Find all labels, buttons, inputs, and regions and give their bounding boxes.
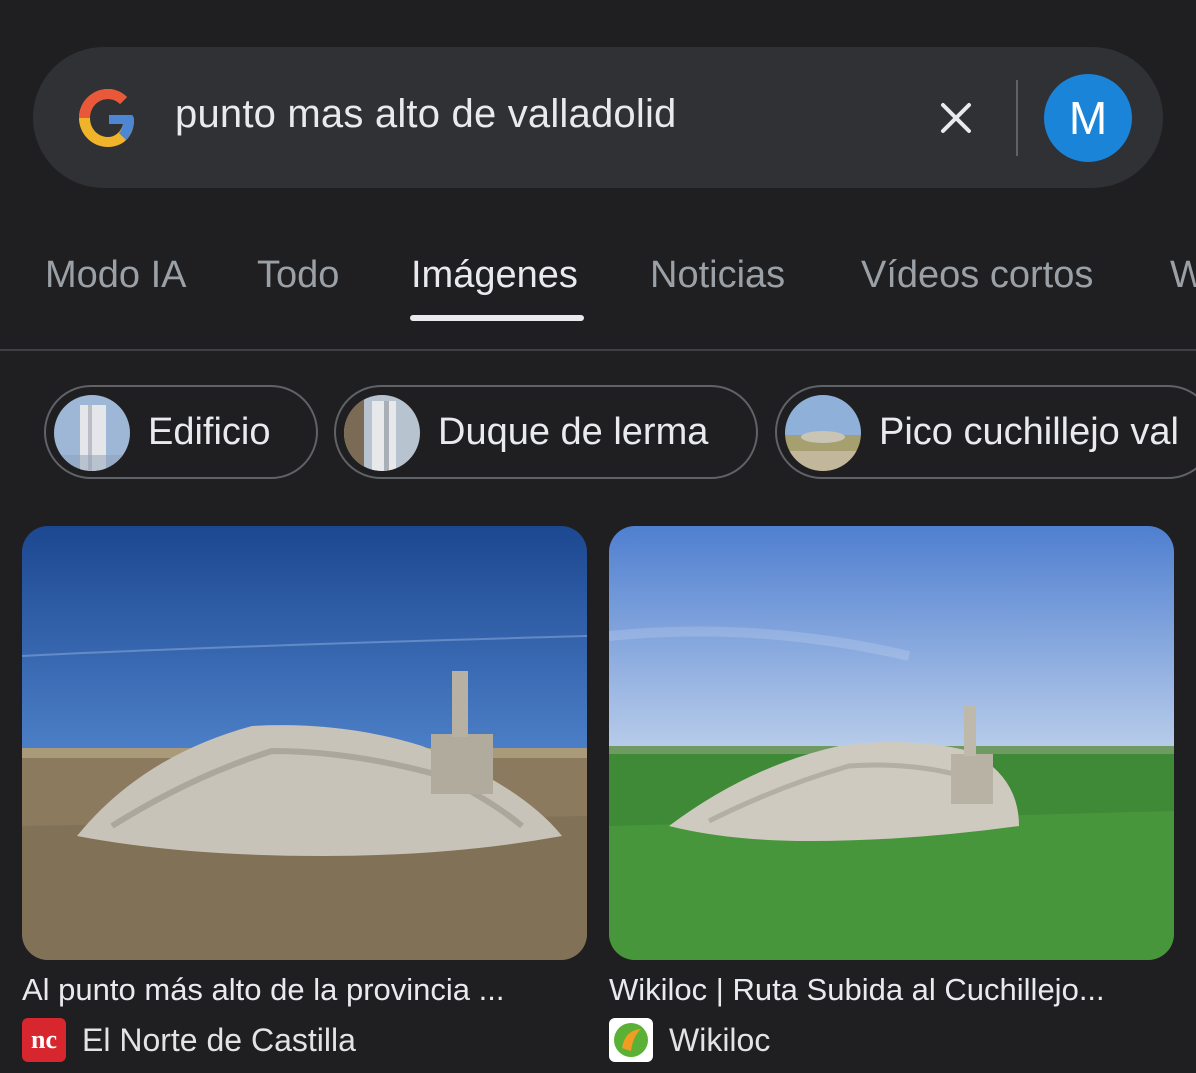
result-image[interactable] (609, 526, 1174, 960)
search-divider (1016, 80, 1018, 156)
wikiloc-icon (609, 1018, 653, 1062)
el-norte-de-castilla-icon: nc (22, 1018, 66, 1062)
search-input[interactable]: punto mas alto de valladolid (175, 92, 676, 137)
avatar[interactable]: M (1044, 74, 1132, 162)
chip-thumbnail (785, 395, 861, 471)
tab-more[interactable]: W (1170, 254, 1196, 297)
chip-edificio[interactable]: Edificio (44, 385, 318, 479)
chip-thumbnail (54, 395, 130, 471)
tabs-divider (0, 349, 1196, 351)
active-tab-indicator (410, 315, 584, 321)
chip-duque-de-lerma[interactable]: Duque de lerma (334, 385, 758, 479)
search-tabs: Modo IA Todo Imágenes Noticias Vídeos co… (0, 254, 1196, 324)
chip-thumbnail (344, 395, 420, 471)
chip-label: Edificio (148, 411, 271, 453)
result-image[interactable] (22, 526, 587, 960)
result-source[interactable]: El Norte de Castilla (82, 1022, 356, 1059)
chip-label: Duque de lerma (438, 411, 709, 453)
result-title[interactable]: Wikiloc | Ruta Subida al Cuchillejo... (609, 972, 1174, 1008)
close-icon[interactable] (934, 96, 978, 140)
chip-pico-cuchillejo[interactable]: Pico cuchillejo val (775, 385, 1196, 479)
tab-todo[interactable]: Todo (257, 254, 339, 297)
google-logo-icon[interactable] (74, 84, 142, 152)
result-source[interactable]: Wikiloc (669, 1022, 770, 1059)
tab-imagenes[interactable]: Imágenes (411, 254, 578, 297)
result-title[interactable]: Al punto más alto de la provincia ... (22, 972, 587, 1008)
tab-noticias[interactable]: Noticias (650, 254, 785, 297)
tab-modo-ia[interactable]: Modo IA (45, 254, 187, 297)
chip-label: Pico cuchillejo val (879, 411, 1179, 453)
tab-videos-cortos[interactable]: Vídeos cortos (861, 254, 1093, 297)
